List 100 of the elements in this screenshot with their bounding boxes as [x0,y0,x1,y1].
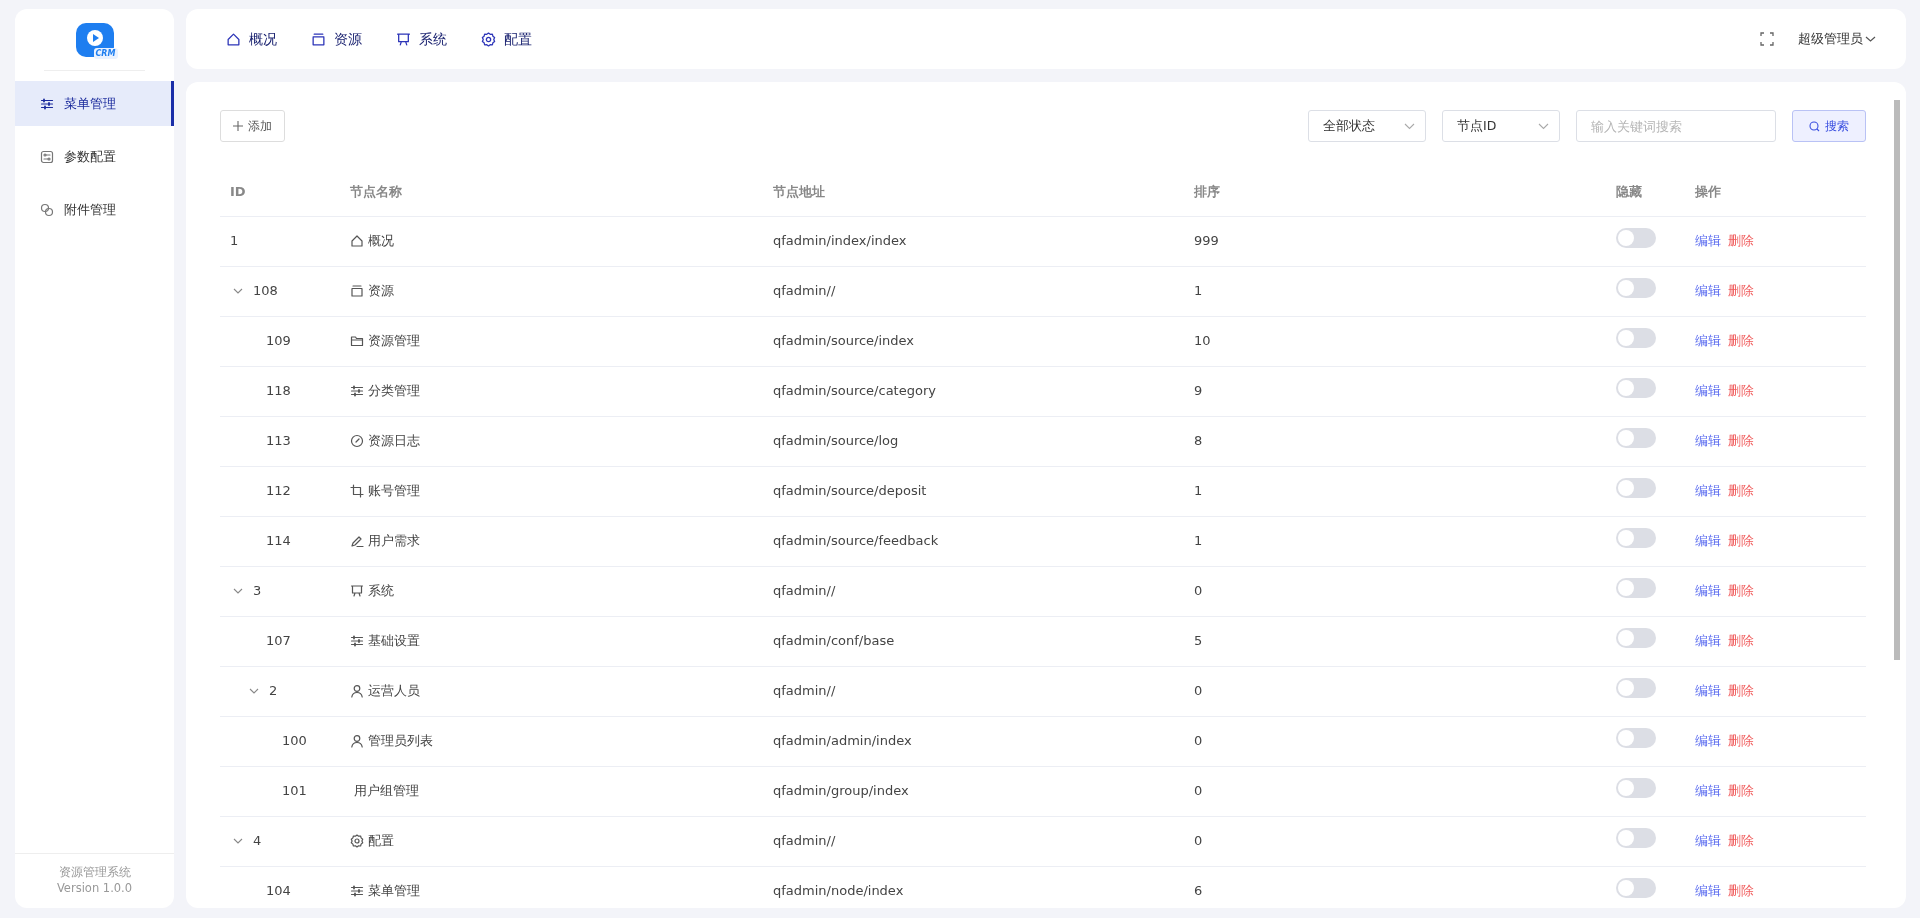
edit-link[interactable]: 编辑 [1695,333,1721,349]
node-address: qfadmin/source/index [763,316,1184,366]
fullscreen-icon[interactable] [1760,32,1774,46]
nav-link[interactable]: 配置 [504,28,532,50]
hidden-toggle[interactable] [1616,528,1656,549]
sort-order: 999 [1184,216,1606,266]
hidden-toggle[interactable] [1616,328,1656,349]
node-name: 资源管理 [368,332,420,351]
edit-link[interactable]: 编辑 [1695,883,1721,899]
node-name: 配置 [368,832,394,851]
id-text: 4 [253,832,262,851]
nav-link[interactable]: 资源 [334,28,362,50]
node-address: qfadmin/group/index [763,766,1184,816]
delete-link[interactable]: 删除 [1728,533,1754,549]
edit-link[interactable]: 编辑 [1695,783,1721,799]
node-name: 概况 [368,232,394,251]
edit-link[interactable]: 编辑 [1695,433,1721,449]
stacked-tray-icon [350,284,364,298]
hidden-toggle[interactable] [1616,478,1656,499]
edit-link[interactable]: 编辑 [1695,683,1721,699]
sliders-icon [350,884,364,898]
sidebar-item[interactable]: 附件管理 [15,187,174,232]
node-address: qfadmin// [763,666,1184,716]
scrollbar[interactable] [1894,100,1900,660]
column-header: ID [220,168,340,216]
delete-link[interactable]: 删除 [1728,433,1754,449]
node-name: 基础设置 [368,632,420,651]
person-icon [350,684,364,698]
id-text: 107 [266,632,291,651]
edit-link[interactable]: 编辑 [1695,833,1721,849]
sidebar-item[interactable]: 菜单管理 [15,81,174,126]
hidden-toggle[interactable] [1616,378,1656,399]
nav-link[interactable]: 概况 [249,28,277,50]
search-field[interactable]: 输入关键词搜索 [1576,110,1776,142]
delete-link[interactable]: 删除 [1728,783,1754,799]
edit-link[interactable]: 编辑 [1695,483,1721,499]
delete-link[interactable]: 删除 [1728,733,1754,749]
edit-link[interactable]: 编辑 [1695,383,1721,399]
sidebar-item[interactable]: 参数配置 [15,134,174,179]
node-name: 用户需求 [368,532,420,551]
app-name: 资源管理系统 [57,864,132,880]
node-name: 分类管理 [368,382,420,401]
sort-order: 8 [1184,416,1606,466]
search-icon [1809,120,1820,132]
hidden-toggle[interactable] [1616,728,1656,749]
status-select[interactable]: 全部状态 [1308,110,1426,142]
delete-link[interactable]: 删除 [1728,383,1754,399]
node-address: qfadmin// [763,566,1184,616]
add-button[interactable]: 添加 [220,110,285,142]
node-name: 资源日志 [368,432,420,451]
edit-link[interactable]: 编辑 [1695,233,1721,249]
edit-link[interactable]: 编辑 [1695,633,1721,649]
search-button[interactable]: 搜索 [1792,110,1866,142]
column-header: 节点地址 [763,168,1184,216]
hidden-toggle[interactable] [1616,678,1656,699]
delete-link[interactable]: 删除 [1728,233,1754,249]
linked-rings-icon [40,202,54,217]
node-address: qfadmin/admin/index [763,716,1184,766]
delete-link[interactable]: 删除 [1728,633,1754,649]
hidden-toggle[interactable] [1616,628,1656,649]
plus-icon [233,121,243,131]
hidden-toggle[interactable] [1616,228,1656,249]
edit-link[interactable]: 编辑 [1695,533,1721,549]
delete-link[interactable]: 删除 [1728,833,1754,849]
node-name: 运营人员 [368,682,420,701]
delete-link[interactable]: 删除 [1728,683,1754,699]
chevron-down-icon [1404,122,1415,130]
edit-link[interactable]: 编辑 [1695,583,1721,599]
home-icon [226,31,241,47]
delete-link[interactable]: 删除 [1728,283,1754,299]
hidden-toggle[interactable] [1616,878,1656,899]
delete-link[interactable]: 删除 [1728,333,1754,349]
sort-order: 10 [1184,316,1606,366]
node-address: qfadmin/conf/base [763,616,1184,666]
node-address: qfadmin/index/index [763,216,1184,266]
sort-order: 5 [1184,616,1606,666]
node-name: 资源 [368,282,394,301]
id-text: 118 [266,382,291,401]
sort-order: 9 [1184,366,1606,416]
chevron-down-icon [1865,35,1876,43]
node-address: qfadmin/source/category [763,366,1184,416]
field-select[interactable]: 节点ID [1442,110,1560,142]
edit-link[interactable]: 编辑 [1695,283,1721,299]
delete-link[interactable]: 删除 [1728,483,1754,499]
sliders-icon [350,634,364,648]
hidden-toggle[interactable] [1616,778,1656,799]
gear-icon [350,834,364,848]
nav-link[interactable]: 系统 [419,28,447,50]
sort-order: 0 [1184,666,1606,716]
id-text: 1 [230,232,239,251]
hidden-toggle[interactable] [1616,578,1656,599]
node-name: 菜单管理 [368,882,420,901]
delete-link[interactable]: 删除 [1728,883,1754,899]
hidden-toggle[interactable] [1616,278,1656,299]
hidden-toggle[interactable] [1616,428,1656,449]
delete-link[interactable]: 删除 [1728,583,1754,599]
user-menu[interactable]: 超级管理员 [1798,29,1876,49]
edit-link[interactable]: 编辑 [1695,733,1721,749]
hidden-toggle[interactable] [1616,828,1656,849]
id-text: 100 [282,732,307,751]
